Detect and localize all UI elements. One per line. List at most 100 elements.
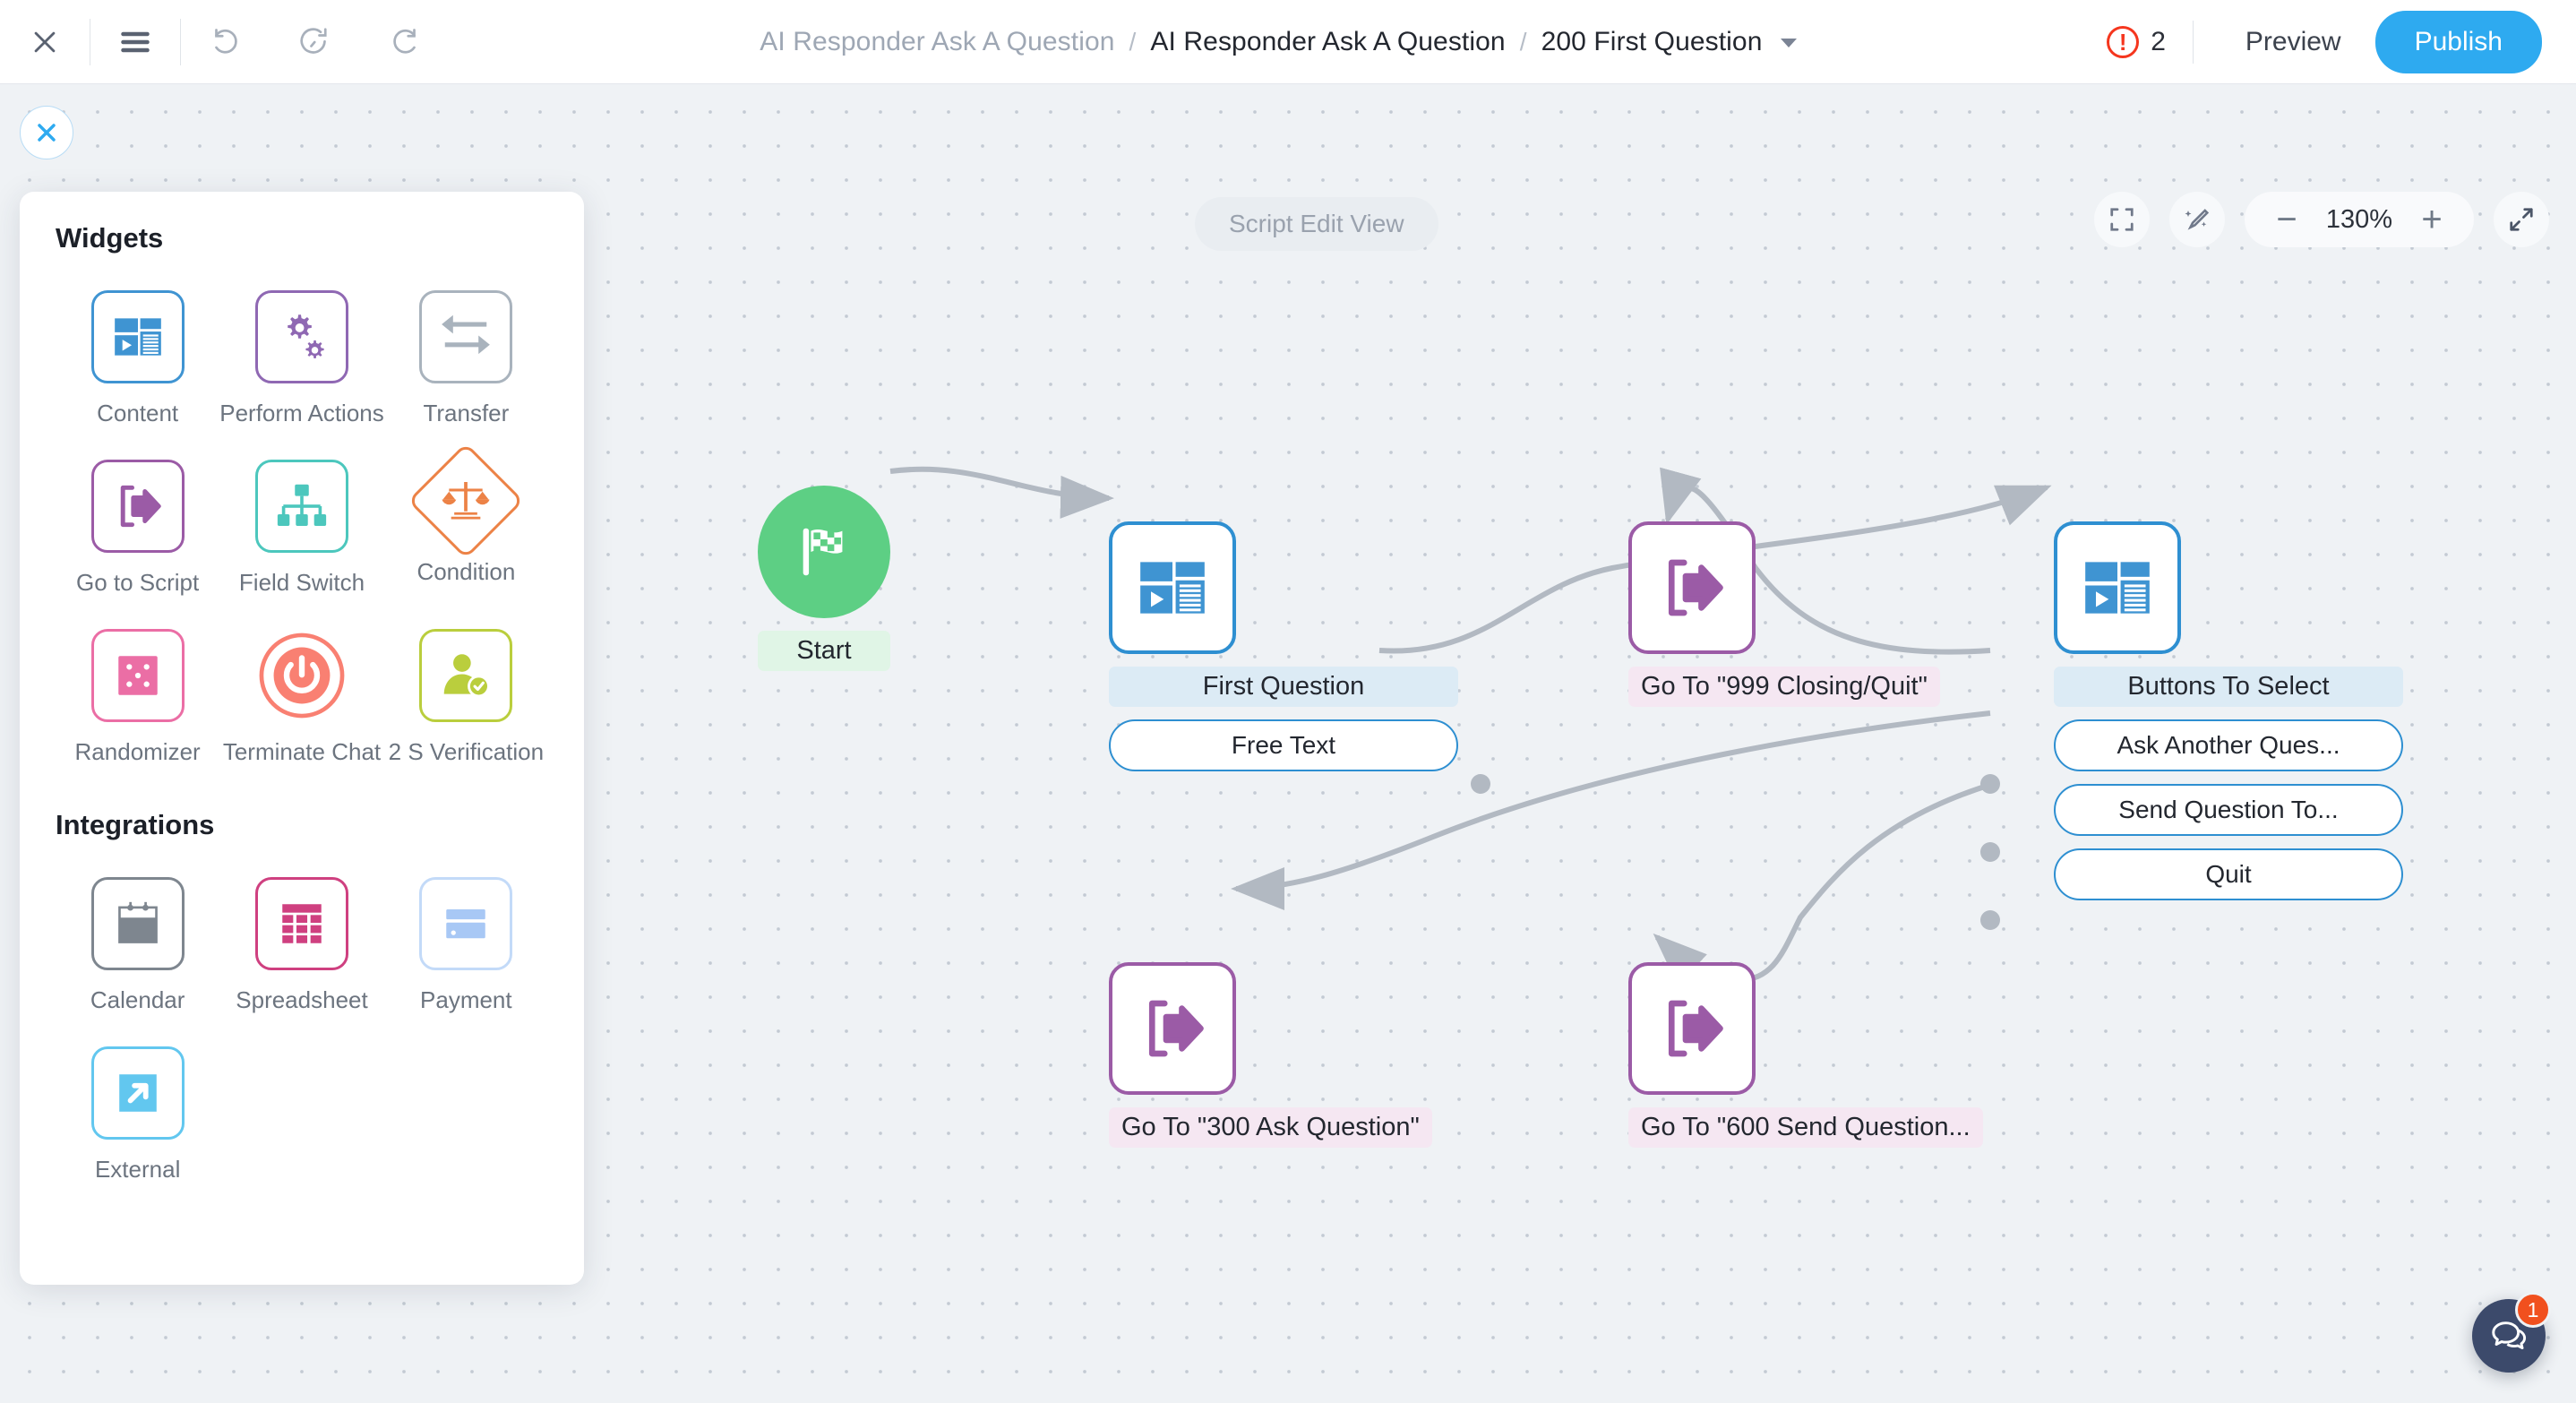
- content-layout-icon: [2079, 549, 2156, 626]
- redo-icon: [389, 26, 421, 58]
- flow-canvas[interactable]: Script Edit View − 130% + Start First Qu…: [0, 84, 2576, 1403]
- top-toolbar: AI Responder Ask A Question / AI Respond…: [0, 0, 2576, 84]
- dice-icon: [112, 650, 164, 702]
- widget-2s-verification[interactable]: 2 S Verification: [384, 629, 548, 766]
- node-goto-closing[interactable]: Go To "999 Closing/Quit": [1628, 521, 1940, 707]
- widget-icon-box: [408, 442, 525, 560]
- hamburger-menu-icon: [118, 29, 152, 56]
- widget-perform-actions[interactable]: Perform Actions: [219, 290, 384, 427]
- expand-diagonal-icon: [2508, 206, 2535, 233]
- expand-button[interactable]: [2494, 192, 2549, 247]
- node-start[interactable]: Start: [758, 486, 890, 671]
- alert-icon: !: [2107, 25, 2140, 58]
- button-option-2[interactable]: Send Question To...: [2054, 784, 2403, 836]
- widget-label: Content: [97, 400, 179, 426]
- widget-content[interactable]: Content: [56, 290, 219, 427]
- power-off-icon: [256, 630, 348, 721]
- integration-label: External: [94, 1156, 181, 1183]
- close-widgets-panel-button[interactable]: [20, 106, 73, 159]
- content-layout-icon: [1134, 549, 1211, 626]
- widget-icon-box: [254, 460, 348, 553]
- integration-payment[interactable]: Payment: [384, 877, 548, 1014]
- error-count: 2: [2151, 26, 2166, 56]
- breadcrumb-root[interactable]: AI Responder Ask A Question: [760, 27, 1114, 57]
- exit-arrow-icon: [1654, 550, 1730, 625]
- integration-icon-box: [419, 877, 513, 970]
- node-goto-send[interactable]: Go To "600 Send Question...: [1628, 962, 1983, 1148]
- buttons-to-select-node-label: Buttons To Select: [2054, 667, 2403, 707]
- exit-arrow-icon: [1654, 991, 1730, 1066]
- goto-ask-node-label: Go To "300 Ask Question": [1109, 1107, 1432, 1148]
- breadcrumb-current-wrap[interactable]: 200 First Question: [1541, 27, 1797, 57]
- input-port-2[interactable]: [1980, 842, 2000, 862]
- zoom-out-button[interactable]: −: [2266, 202, 2307, 237]
- widget-go-to-script[interactable]: Go to Script: [56, 460, 219, 597]
- goto-send-node-box[interactable]: [1628, 962, 1756, 1095]
- restore-history-button[interactable]: [270, 0, 360, 84]
- first-question-node-label: First Question: [1109, 667, 1458, 707]
- widget-label: Field Switch: [238, 569, 365, 596]
- goto-send-node-label: Go To "600 Send Question...: [1628, 1107, 1983, 1148]
- first-question-node-box[interactable]: [1109, 521, 1236, 654]
- error-badge[interactable]: ! 2: [2107, 25, 2166, 58]
- scales-balance-icon: [441, 476, 491, 526]
- transfer-arrows-icon: [438, 309, 494, 365]
- input-port-3[interactable]: [1980, 910, 2000, 930]
- widgets-grid: Content Perform Actions Transfer Go to S…: [56, 290, 548, 766]
- undo-icon: [210, 26, 242, 58]
- topbar-actions: ! 2 Preview Publish: [2107, 10, 2576, 73]
- widget-field-switch[interactable]: Field Switch: [219, 460, 384, 597]
- buttons-to-select-node-box[interactable]: [2054, 521, 2181, 654]
- publish-button[interactable]: Publish: [2374, 10, 2542, 73]
- close-window-button[interactable]: [0, 0, 90, 84]
- goto-closing-node-label: Go To "999 Closing/Quit": [1628, 667, 1940, 707]
- button-option-3[interactable]: Quit: [2054, 848, 2403, 900]
- first-question-option[interactable]: Free Text: [1109, 719, 1458, 771]
- widget-randomizer[interactable]: Randomizer: [56, 629, 219, 766]
- actions-divider: [2192, 20, 2194, 64]
- close-icon: [32, 118, 61, 147]
- widget-icon-box: [90, 290, 185, 383]
- view-mode-badge: Script Edit View: [1195, 197, 1438, 251]
- widgets-panel: Widgets Content Perform Actions Transfer…: [20, 192, 584, 1285]
- external-link-icon: [112, 1067, 164, 1119]
- input-port-1[interactable]: [1980, 774, 2000, 794]
- breadcrumb-parent[interactable]: AI Responder Ask A Question: [1150, 27, 1505, 57]
- checkered-flag-icon: [793, 521, 855, 583]
- integration-calendar[interactable]: Calendar: [56, 877, 219, 1014]
- goto-ask-node-box[interactable]: [1109, 962, 1236, 1095]
- redo-button[interactable]: [360, 0, 450, 84]
- integrations-section-title: Integrations: [56, 809, 215, 840]
- integration-label: Payment: [420, 986, 512, 1013]
- preview-button[interactable]: Preview: [2220, 27, 2366, 57]
- integration-external[interactable]: External: [56, 1046, 219, 1184]
- output-port[interactable]: [1471, 774, 1490, 794]
- goto-closing-node-box[interactable]: [1628, 521, 1756, 654]
- widget-condition[interactable]: Condition: [384, 442, 548, 597]
- zoom-in-button[interactable]: +: [2411, 202, 2452, 237]
- undo-button[interactable]: [181, 0, 270, 84]
- chat-button[interactable]: 1: [2472, 1292, 2551, 1373]
- widget-label: Perform Actions: [219, 400, 384, 426]
- menu-button[interactable]: [90, 0, 180, 84]
- node-buttons-to-select[interactable]: Buttons To Select Ask Another Ques... Se…: [1980, 521, 2403, 930]
- content-layout-icon: [110, 309, 166, 365]
- zoom-controls: − 130% +: [2094, 192, 2549, 247]
- start-node-circle[interactable]: [758, 486, 890, 618]
- fit-to-screen-button[interactable]: [2094, 192, 2150, 247]
- widgets-section-title: Widgets: [56, 222, 164, 254]
- integration-spreadsheet[interactable]: Spreadsheet: [219, 877, 383, 1014]
- widget-icon-box: [254, 290, 348, 383]
- calendar-icon: [112, 898, 164, 950]
- node-goto-ask[interactable]: Go To "300 Ask Question": [1109, 962, 1432, 1148]
- button-option-1[interactable]: Ask Another Ques...: [2054, 719, 2403, 771]
- widget-label: 2 S Verification: [388, 738, 545, 765]
- gears-icon: [274, 309, 330, 365]
- widget-transfer[interactable]: Transfer: [384, 290, 548, 427]
- widget-label: Terminate Chat: [222, 738, 382, 765]
- node-first-question[interactable]: First Question Free Text: [1109, 521, 1490, 794]
- widget-label: Randomizer: [74, 738, 201, 765]
- widget-icon-box: [90, 460, 185, 553]
- auto-arrange-button[interactable]: [2169, 192, 2225, 247]
- widget-terminate-chat[interactable]: Terminate Chat: [219, 629, 384, 766]
